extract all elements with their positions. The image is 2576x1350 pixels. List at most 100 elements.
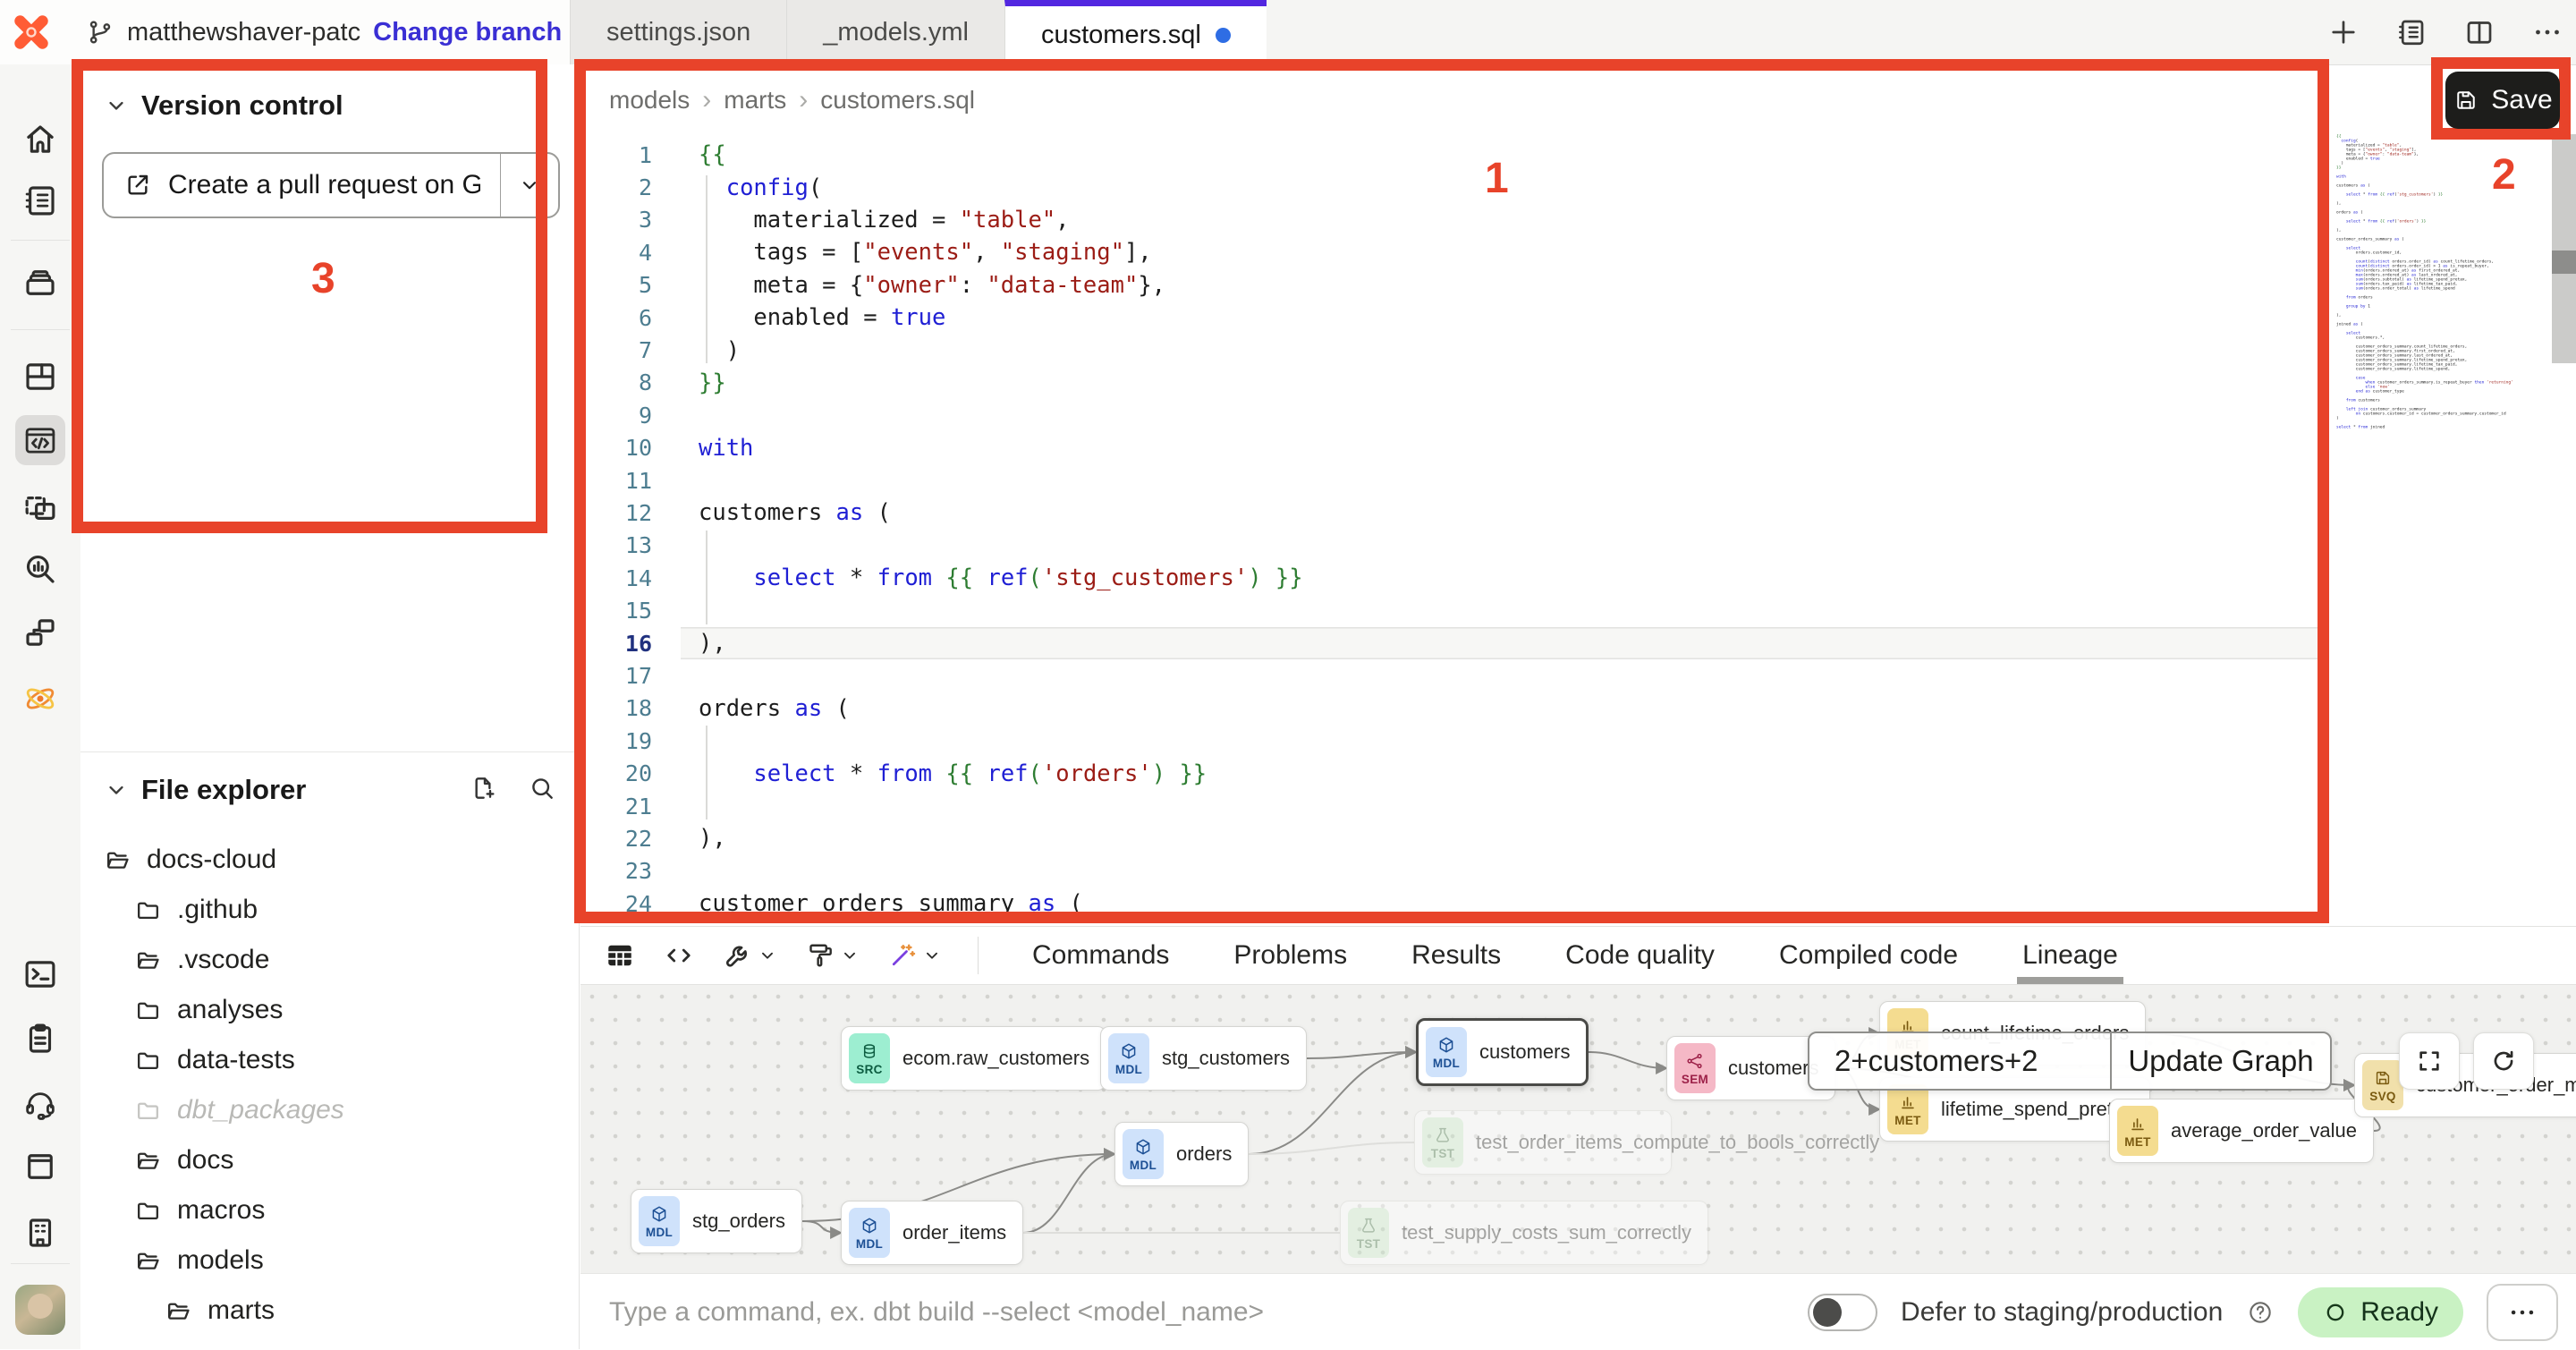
- defer-toggle[interactable]: [1808, 1294, 1877, 1331]
- code-line-9[interactable]: 9: [580, 399, 2325, 431]
- tree-item-marts[interactable]: marts: [80, 1286, 580, 1336]
- lineage-node-stg_customers[interactable]: MDLstg_customers: [1100, 1026, 1307, 1091]
- user-avatar[interactable]: [15, 1285, 65, 1335]
- tree-item-.github[interactable]: .github: [80, 885, 580, 935]
- code-line-18[interactable]: 18orders as (: [580, 692, 2325, 725]
- dbt-logo-icon[interactable]: [7, 8, 55, 56]
- tree-item-docs[interactable]: docs: [80, 1135, 580, 1185]
- new-file-icon[interactable]: [469, 774, 497, 802]
- panel-tab-problems[interactable]: Problems: [1201, 927, 1379, 984]
- rail-item-apps[interactable]: [15, 607, 65, 658]
- rail-item-copilot[interactable]: [15, 674, 65, 724]
- lineage-node-order_items[interactable]: MDLorder_items: [841, 1201, 1023, 1265]
- rail-item-explore[interactable]: [15, 544, 65, 594]
- create-pull-request-main[interactable]: Create a pull request on Gi...: [104, 154, 500, 217]
- help-icon[interactable]: [2246, 1298, 2275, 1327]
- ai-fix-button[interactable]: [886, 939, 942, 972]
- panel-tab-results[interactable]: Results: [1379, 927, 1533, 984]
- code-line-7[interactable]: 7 ): [580, 334, 2325, 366]
- rail-item-support[interactable]: [15, 1079, 65, 1129]
- more-actions-button[interactable]: [2487, 1284, 2558, 1341]
- tree-item-analyses[interactable]: analyses: [80, 985, 580, 1035]
- panel-tab-code-quality[interactable]: Code quality: [1533, 927, 1747, 984]
- code-view-button[interactable]: [663, 939, 695, 972]
- refresh-graph-button[interactable]: [2473, 1032, 2534, 1090]
- fullscreen-button[interactable]: [2399, 1032, 2460, 1090]
- code-line-19[interactable]: 19: [580, 725, 2325, 757]
- rail-item-canvas[interactable]: [15, 483, 65, 533]
- code-line-21[interactable]: 21: [580, 790, 2325, 822]
- code-line-2[interactable]: 2 config(: [580, 171, 2325, 203]
- code-lines[interactable]: 1{{2 config(3 materialized = "table",4 t…: [580, 139, 2325, 920]
- tree-item-dbt_packages[interactable]: dbt_packages: [80, 1085, 580, 1135]
- breadcrumb-item[interactable]: marts: [724, 86, 786, 115]
- rail-item-home[interactable]: [15, 115, 65, 165]
- rail-item-notebook[interactable]: [15, 175, 65, 225]
- update-graph-button[interactable]: Update Graph: [2110, 1033, 2330, 1089]
- code-line-3[interactable]: 3 materialized = "table",: [580, 204, 2325, 236]
- lineage-node-average_order_value[interactable]: METaverage_order_value: [2109, 1099, 2374, 1163]
- lineage-node-customers[interactable]: MDLcustomers: [1416, 1018, 1589, 1086]
- scrollbar-thumb[interactable]: [2552, 250, 2576, 274]
- code-line-4[interactable]: 4 tags = ["events", "staging"],: [580, 236, 2325, 268]
- lineage-selector-input[interactable]: 2+customers+2: [1809, 1033, 2110, 1089]
- tree-item-models[interactable]: models: [80, 1235, 580, 1286]
- rail-item-dashboard[interactable]: [15, 352, 65, 402]
- breadcrumb-item[interactable]: models: [609, 86, 690, 115]
- lineage-node-test_supply[interactable]: TSTtest_supply_costs_sum_correctly: [1340, 1201, 1708, 1265]
- new-tab-button[interactable]: [2327, 16, 2360, 48]
- file-explorer-header[interactable]: File explorer: [104, 774, 306, 806]
- notebook-button[interactable]: [2395, 16, 2428, 48]
- tree-item-.vscode[interactable]: .vscode: [80, 935, 580, 985]
- search-icon[interactable]: [528, 774, 556, 802]
- code-editor[interactable]: models›marts›customers.sql 1{{2 config(3…: [580, 65, 2576, 926]
- split-editor-button[interactable]: [2463, 16, 2496, 48]
- format-button[interactable]: [804, 939, 860, 972]
- code-line-8[interactable]: 8}}: [580, 367, 2325, 399]
- rail-item-ide[interactable]: [15, 415, 65, 465]
- save-button[interactable]: Save: [2445, 72, 2560, 129]
- change-branch-link[interactable]: Change branch: [373, 18, 562, 47]
- panel-tab-commands[interactable]: Commands: [1000, 927, 1201, 984]
- results-table-button[interactable]: [604, 939, 636, 972]
- lineage-node-orders[interactable]: MDLorders: [1114, 1122, 1249, 1186]
- rail-item-notes[interactable]: [15, 1014, 65, 1064]
- editor-scrollbar[interactable]: [2552, 134, 2576, 363]
- tree-item-macros[interactable]: macros: [80, 1185, 580, 1235]
- code-line-20[interactable]: 20 select * from {{ ref('orders') }}: [580, 757, 2325, 789]
- panel-tab-lineage[interactable]: Lineage: [1990, 927, 2150, 984]
- create-pull-request-button[interactable]: Create a pull request on Gi...: [102, 152, 560, 218]
- code-line-15[interactable]: 15: [580, 594, 2325, 626]
- rail-item-org[interactable]: [15, 1208, 65, 1258]
- rail-item-docs[interactable]: [15, 1142, 65, 1192]
- tab-settings.json[interactable]: settings.json: [570, 0, 786, 64]
- code-line-11[interactable]: 11: [580, 464, 2325, 497]
- code-line-22[interactable]: 22),: [580, 822, 2325, 854]
- rail-item-jobs[interactable]: [15, 258, 65, 308]
- code-line-16[interactable]: 16),: [580, 627, 2325, 659]
- breadcrumb-item[interactable]: customers.sql: [820, 86, 975, 115]
- code-line-24[interactable]: 24customer_orders_summary as (: [580, 887, 2325, 920]
- pull-request-dropdown-caret[interactable]: [500, 154, 558, 217]
- code-line-17[interactable]: 17: [580, 659, 2325, 692]
- rail-item-terminal[interactable]: [15, 949, 65, 999]
- minimap[interactable]: {{ config( materialized = "table", tags …: [2336, 134, 2551, 886]
- lineage-node-test_order_items[interactable]: TSTtest_order_items_compute_to_bools_cor…: [1414, 1110, 1672, 1175]
- panel-tab-compiled-code[interactable]: Compiled code: [1747, 927, 1990, 984]
- lineage-node-stg_orders[interactable]: MDLstg_orders: [631, 1189, 802, 1253]
- tree-item-data-tests[interactable]: data-tests: [80, 1035, 580, 1085]
- lineage-node-src_raw[interactable]: SRCecom.raw_customers: [841, 1026, 1106, 1091]
- code-line-1[interactable]: 1{{: [580, 139, 2325, 171]
- command-input[interactable]: Type a command, ex. dbt build --select <…: [609, 1274, 1264, 1350]
- tree-item-docs-cloud[interactable]: docs-cloud: [80, 835, 580, 885]
- code-line-13[interactable]: 13: [580, 530, 2325, 562]
- code-line-6[interactable]: 6 enabled = true: [580, 301, 2325, 334]
- tab-_models.yml[interactable]: _models.yml: [786, 0, 1004, 64]
- status-badge[interactable]: Ready: [2298, 1287, 2463, 1337]
- code-line-14[interactable]: 14 select * from {{ ref('stg_customers')…: [580, 562, 2325, 594]
- build-tools-button[interactable]: [722, 939, 777, 972]
- code-line-12[interactable]: 12customers as (: [580, 497, 2325, 529]
- version-control-header[interactable]: Version control: [104, 89, 343, 122]
- tab-customers.sql[interactable]: customers.sql: [1004, 0, 1267, 64]
- lineage-node-customer_order_metrics[interactable]: SVQcustomer_order_metrics: [2354, 1053, 2576, 1117]
